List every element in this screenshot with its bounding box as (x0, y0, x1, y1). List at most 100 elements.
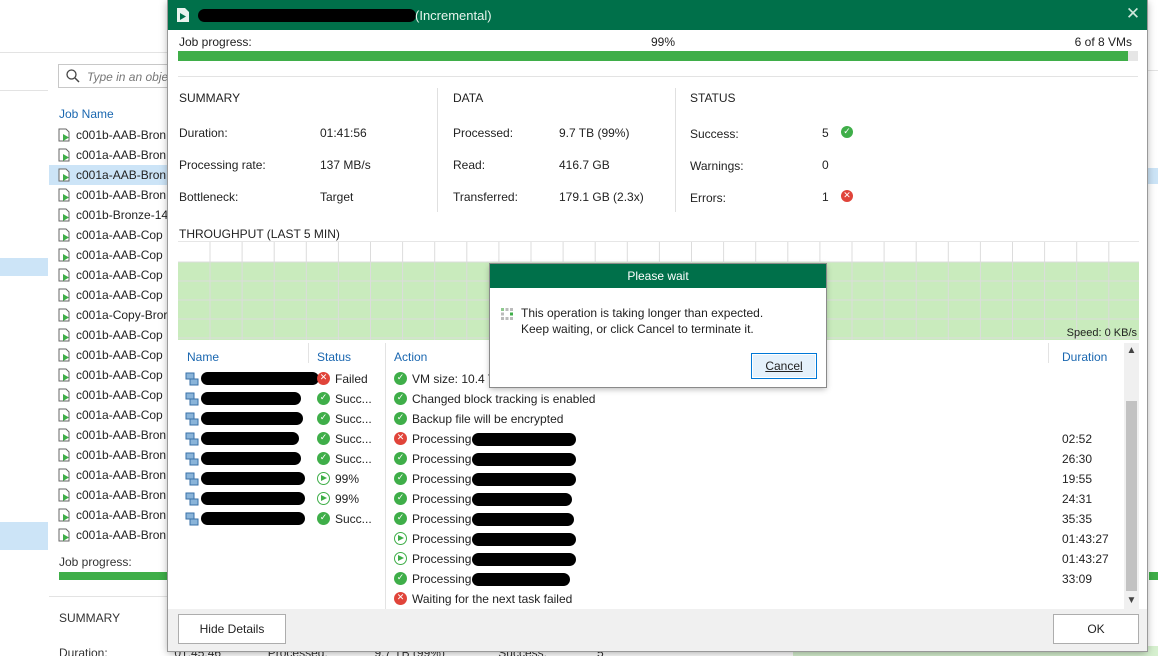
vm-row[interactable] (185, 490, 305, 510)
vm-row[interactable] (185, 370, 319, 390)
vm-row[interactable] (185, 510, 305, 530)
section-divider (178, 76, 1138, 77)
hide-details-button[interactable]: Hide Details (178, 614, 286, 644)
vm-icon (185, 372, 199, 386)
bg-job-progress-label: Job progress: (59, 555, 132, 569)
job-icon (58, 428, 70, 442)
status-column-header[interactable]: Status (317, 350, 351, 364)
speed-readout: Speed: 0 KB/s (1066, 327, 1137, 339)
action-duration: 33:09 (1062, 572, 1093, 586)
job-icon (58, 308, 70, 322)
name-column-header[interactable]: Name (187, 350, 219, 364)
success-icon: ✓ (317, 452, 330, 465)
action-text: Backup file will be encrypted (412, 412, 564, 426)
vm-row[interactable] (185, 450, 305, 470)
bg-nav-selection[interactable] (0, 258, 48, 276)
bg-job-row[interactable]: c001a-AAB-Cop (49, 405, 179, 425)
bg-progress-bar (1149, 572, 1158, 580)
bg-job-row[interactable]: c001a-AAB-Bron (49, 465, 179, 485)
dialog-title: (Incremental) (415, 8, 492, 23)
transferred-label: Transferred: (453, 190, 518, 204)
bg-job-name: c001a-Copy-Bror (76, 308, 168, 322)
job-icon (58, 228, 70, 242)
success-icon: ✓ (394, 572, 407, 585)
bg-job-row[interactable]: c001b-AAB-Bron (49, 425, 179, 445)
processed-label: Processed: (453, 126, 514, 140)
job-icon (58, 188, 70, 202)
action-column-header[interactable]: Action (394, 350, 427, 364)
success-value: 5 (822, 126, 829, 140)
bg-job-row[interactable]: c001b-AAB-Bron (49, 445, 179, 465)
column-divider (437, 88, 438, 212)
bg-job-row[interactable]: c001a-Copy-Bror (49, 305, 179, 325)
please-wait-title: Please wait (490, 264, 826, 288)
scroll-up-button[interactable]: ▲ (1124, 343, 1139, 359)
bg-job-row[interactable]: c001a-AAB-Bron (49, 145, 179, 165)
action-duration: 02:52 (1062, 432, 1093, 446)
action-duration: 26:30 (1062, 452, 1093, 466)
processing-rate-value: 137 MB/s (320, 158, 371, 172)
scrollbar-thumb[interactable] (1126, 401, 1137, 591)
bg-job-name: c001b-AAB-Bron (76, 428, 167, 442)
running-icon (317, 492, 330, 505)
running-icon (394, 552, 407, 565)
bg-jobname-column-header[interactable]: Job Name (59, 107, 114, 121)
ok-button[interactable]: OK (1053, 614, 1139, 644)
bg-job-row[interactable]: c001a-AAB-Cop (49, 285, 179, 305)
vm-status-text: 99% (335, 492, 360, 506)
error-icon: ✕ (317, 372, 330, 385)
bg-divider (1147, 70, 1158, 71)
bg-job-row[interactable]: c001a-AAB-Cop (49, 225, 179, 245)
bg-nav-selection[interactable] (0, 522, 48, 550)
please-wait-dialog: Please wait This operation is taking lon… (490, 264, 826, 387)
close-button[interactable]: ✕ (1122, 3, 1144, 25)
success-icon: ✓ (394, 412, 407, 425)
job-icon (58, 448, 70, 462)
bg-job-row[interactable]: c001b-AAB-Bron (49, 125, 179, 145)
bg-job-row[interactable]: c001b-AAB-Cop (49, 345, 179, 365)
bg-job-row[interactable]: c001a-AAB-Cop (49, 245, 179, 265)
redacted-job-name (198, 9, 416, 22)
errors-value: 1 (822, 190, 829, 204)
job-icon (58, 468, 70, 482)
warnings-label: Warnings: (690, 159, 744, 173)
bg-job-name: c001b-Bronze-14 (76, 208, 169, 222)
job-icon (58, 148, 70, 162)
bg-job-row[interactable]: c001a-AAB-Bron (49, 525, 179, 545)
action-duration: 19:55 (1062, 472, 1093, 486)
bg-job-row[interactable]: c001b-AAB-Cop (49, 365, 179, 385)
error-icon: ✕ (841, 190, 853, 202)
column-divider (308, 343, 309, 363)
bg-job-row[interactable]: c001a-AAB-Bron (49, 165, 179, 185)
vm-row[interactable] (185, 390, 305, 410)
success-icon: ✓ (317, 392, 330, 405)
job-icon (58, 288, 70, 302)
duration-column-header[interactable]: Duration (1062, 350, 1107, 364)
bg-progress-bar (59, 572, 169, 580)
veeam-job-icon (177, 8, 189, 22)
action-duration: 35:35 (1062, 512, 1093, 526)
bg-job-row[interactable]: c001b-AAB-Bron (49, 185, 179, 205)
bg-job-row[interactable]: c001b-AAB-Cop (49, 325, 179, 345)
bg-job-row[interactable]: c001a-AAB-Bron (49, 485, 179, 505)
bg-job-row[interactable]: c001a-AAB-Cop (49, 265, 179, 285)
bg-job-name: c001a-AAB-Bron (76, 528, 167, 542)
scroll-down-button[interactable]: ▼ (1124, 593, 1139, 609)
bg-job-row[interactable]: c001a-AAB-Bron (49, 505, 179, 525)
bg-job-name: c001a-AAB-Cop (76, 228, 163, 242)
vm-icon (185, 472, 199, 486)
running-icon (394, 532, 407, 545)
vm-row[interactable] (185, 470, 305, 490)
cancel-button[interactable]: Cancel (751, 353, 817, 379)
job-icon (58, 368, 70, 382)
bg-job-row[interactable]: c001b-AAB-Cop (49, 385, 179, 405)
redacted-vm-name (201, 492, 305, 505)
please-wait-message-line2: Keep waiting, or click Cancel to termina… (521, 322, 754, 336)
dialog-titlebar[interactable]: (Incremental) ✕ (168, 0, 1147, 30)
vm-row[interactable] (185, 410, 305, 430)
bg-job-row[interactable]: c001b-Bronze-14 (49, 205, 179, 225)
job-icon (58, 168, 70, 182)
redacted-vm-name (201, 452, 301, 465)
vm-row[interactable] (185, 430, 305, 450)
redacted-vm-name (472, 513, 574, 526)
